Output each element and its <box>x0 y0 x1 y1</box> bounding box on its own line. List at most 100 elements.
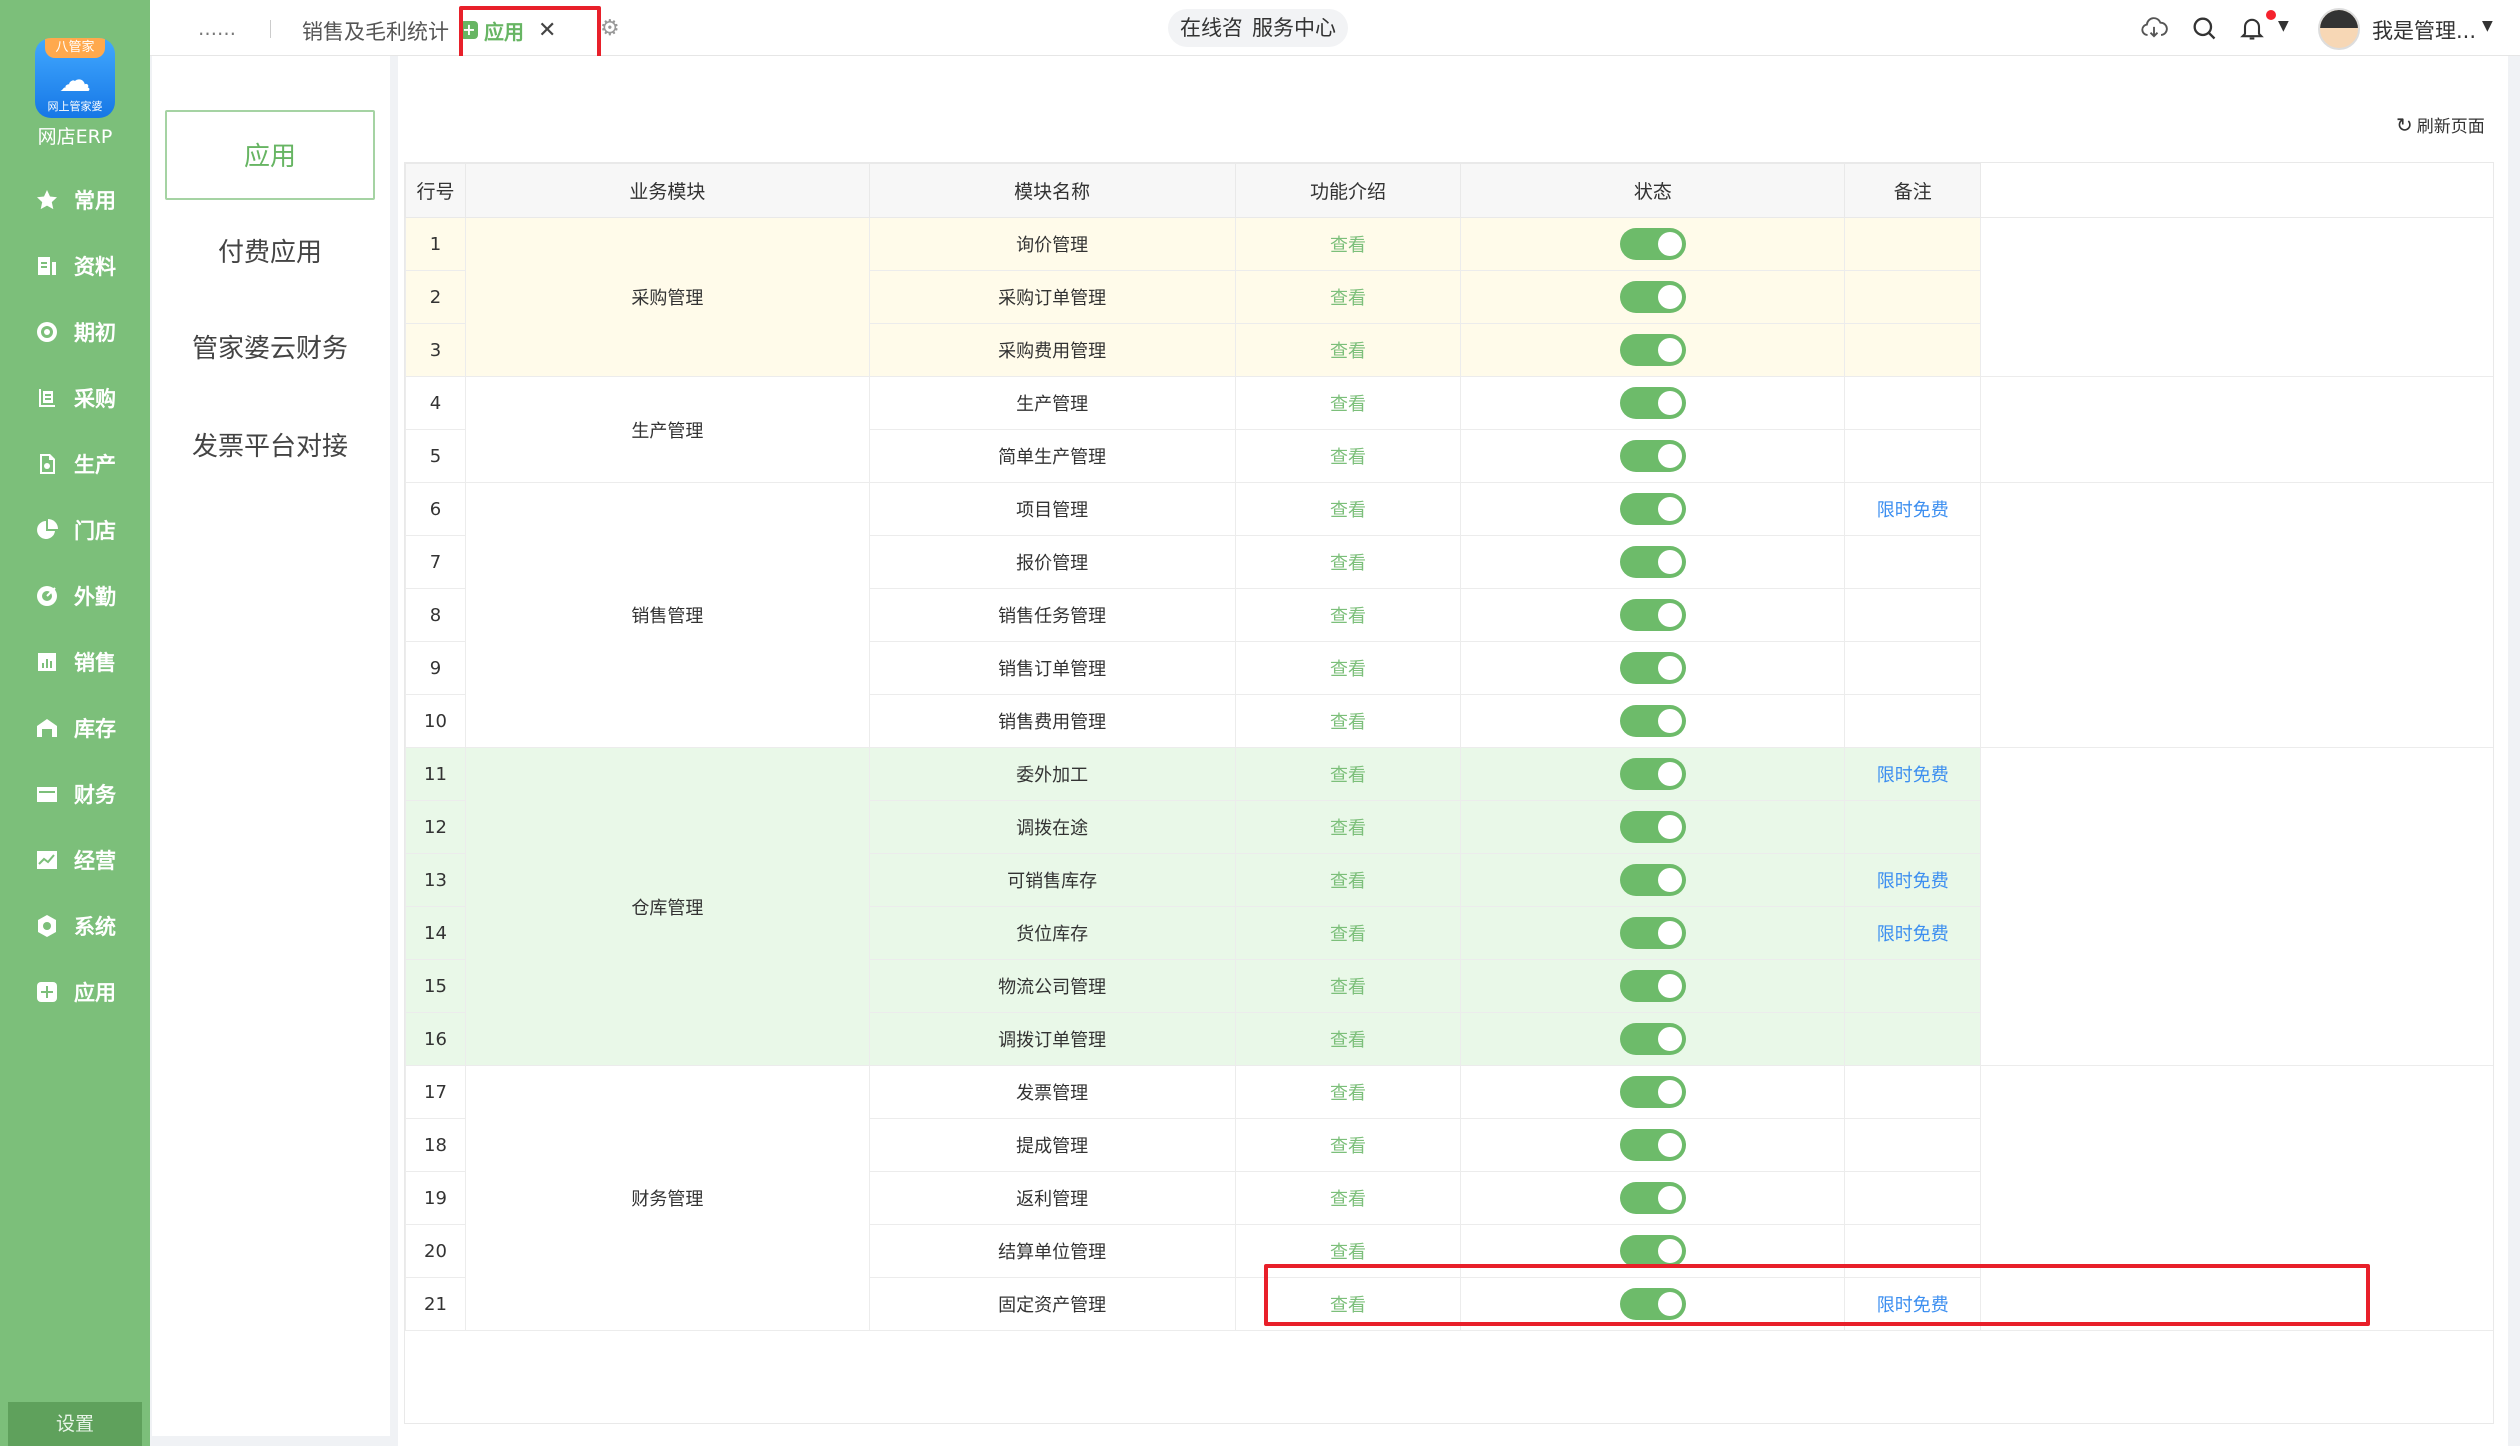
user-name[interactable]: 我是管理... <box>2372 15 2476 45</box>
note-cell[interactable]: 限时免费 <box>1844 906 1982 960</box>
tab-settings-gear-icon[interactable]: ⚙ <box>600 16 620 41</box>
note-cell <box>1844 217 1982 271</box>
status-toggle[interactable] <box>1619 864 1686 896</box>
apps-table: 行号 业务模块 模块名称 功能介绍 状态 备注 1 采购管理 询价管理 查看 2 采购订单… <box>405 163 2493 1331</box>
view-intro-link[interactable]: 查看 <box>1234 270 1462 324</box>
sidebar-item-0[interactable]: 常用 <box>34 180 116 220</box>
view-intro-link[interactable]: 查看 <box>1234 482 1462 536</box>
status-toggle[interactable] <box>1619 1076 1686 1108</box>
sidebar-item-11[interactable]: 系统 <box>34 906 116 946</box>
sidebar-item-12[interactable]: 应用 <box>34 972 116 1012</box>
view-intro-link[interactable]: 查看 <box>1234 959 1462 1013</box>
menu-item-invoice-platform[interactable]: 发票平台对接 <box>165 402 375 492</box>
note-cell <box>1844 1012 1982 1066</box>
status-toggle[interactable] <box>1619 546 1686 578</box>
tab-sales-profit[interactable]: 销售及毛利统计 <box>302 16 449 46</box>
apps-table-container: 行号 业务模块 模块名称 功能介绍 状态 备注 1 采购管理 询价管理 查看 2 采购订单… <box>404 162 2494 1424</box>
view-intro-link[interactable]: 查看 <box>1234 800 1462 854</box>
view-intro-link[interactable]: 查看 <box>1234 1065 1462 1119</box>
module-name-cell: 可销售库存 <box>868 853 1236 907</box>
module-name-cell: 销售费用管理 <box>868 694 1236 748</box>
status-toggle[interactable] <box>1619 387 1686 419</box>
view-intro-link[interactable]: 查看 <box>1234 535 1462 589</box>
view-intro-link[interactable]: 查看 <box>1234 588 1462 642</box>
sidebar-item-10[interactable]: 经营 <box>34 840 116 880</box>
sidebar-item-4[interactable]: 生产 <box>34 444 116 484</box>
search-icon[interactable] <box>2190 14 2218 42</box>
status-cell <box>1460 641 1846 695</box>
view-intro-link[interactable]: 查看 <box>1234 694 1462 748</box>
refresh-page-button[interactable]: ↻ 刷新页面 <box>2396 112 2485 138</box>
view-intro-link[interactable]: 查看 <box>1234 376 1462 430</box>
logo-ribbon: 八管家 <box>45 38 105 58</box>
view-intro-link[interactable]: 查看 <box>1234 853 1462 907</box>
menu-item-apps[interactable]: 应用 <box>165 110 375 200</box>
status-toggle[interactable] <box>1619 493 1686 525</box>
tab-more[interactable]: …… <box>198 18 236 40</box>
row-number: 2 <box>405 270 466 324</box>
avatar[interactable] <box>2318 8 2360 50</box>
menu-item-paid-apps[interactable]: 付费应用 <box>165 208 375 298</box>
bell-icon[interactable] <box>2238 14 2266 42</box>
toggle-knob <box>1657 974 1682 998</box>
sidebar-item-2[interactable]: 期初 <box>34 312 116 352</box>
status-toggle[interactable] <box>1619 970 1686 1002</box>
status-toggle[interactable] <box>1619 705 1686 737</box>
sidebar-item-9[interactable]: 财务 <box>34 774 116 814</box>
status-toggle[interactable] <box>1619 1129 1686 1161</box>
view-intro-link[interactable]: 查看 <box>1234 1012 1462 1066</box>
status-toggle[interactable] <box>1619 811 1686 843</box>
production-icon <box>34 451 60 477</box>
note-cell[interactable]: 限时免费 <box>1844 747 1982 801</box>
gear-icon <box>34 913 60 939</box>
sidebar-item-7[interactable]: 销售 <box>34 642 116 682</box>
view-intro-link[interactable]: 查看 <box>1234 217 1462 271</box>
sidebar-item-label: 门店 <box>74 519 116 543</box>
service-center-button[interactable]: 服务中心 <box>1240 9 1348 47</box>
settings-button[interactable]: 设置 <box>8 1402 142 1446</box>
status-toggle[interactable] <box>1619 599 1686 631</box>
view-intro-link[interactable]: 查看 <box>1234 1118 1462 1172</box>
note-cell <box>1844 270 1982 324</box>
status-toggle[interactable] <box>1619 228 1686 260</box>
status-cell <box>1460 747 1846 801</box>
table-row: 17 财务管理 发票管理 查看 <box>405 1065 2493 1331</box>
status-toggle[interactable] <box>1619 281 1686 313</box>
row-number: 9 <box>405 641 466 695</box>
status-toggle[interactable] <box>1619 758 1686 790</box>
sidebar-item-1[interactable]: 资料 <box>34 246 116 286</box>
cloud-download-icon[interactable] <box>2140 14 2168 42</box>
app-logo[interactable]: 八管家 ☁ 网上管家婆 <box>35 38 115 118</box>
view-intro-link[interactable]: 查看 <box>1234 747 1462 801</box>
status-toggle[interactable] <box>1619 334 1686 366</box>
sidebar-item-6[interactable]: 外勤 <box>34 576 116 616</box>
sidebar-item-5[interactable]: 门店 <box>34 510 116 550</box>
user-menu-chevron-icon[interactable]: ▼ <box>2482 18 2493 34</box>
empty-cell <box>1980 323 2493 377</box>
note-cell <box>1844 535 1982 589</box>
status-toggle[interactable] <box>1619 917 1686 949</box>
status-toggle[interactable] <box>1619 1023 1686 1055</box>
note-cell <box>1844 1065 1982 1119</box>
col-header-note: 备注 <box>1844 163 1982 218</box>
status-cell <box>1460 323 1846 377</box>
note-cell[interactable]: 限时免费 <box>1844 853 1982 907</box>
toggle-knob <box>1657 603 1682 627</box>
sidebar-item-8[interactable]: 库存 <box>34 708 116 748</box>
view-intro-link[interactable]: 查看 <box>1234 906 1462 960</box>
status-toggle[interactable] <box>1619 1235 1686 1267</box>
empty-cell <box>1980 694 2493 748</box>
view-intro-link[interactable]: 查看 <box>1234 323 1462 377</box>
sidebar-item-3[interactable]: 采购 <box>34 378 116 418</box>
chevron-down-icon[interactable]: ▼ <box>2278 18 2289 34</box>
status-toggle[interactable] <box>1619 440 1686 472</box>
view-intro-link[interactable]: 查看 <box>1234 1171 1462 1225</box>
view-intro-link[interactable]: 查看 <box>1234 641 1462 695</box>
table-body: 1 采购管理 询价管理 查看 2 采购订单管理 查看 3 采购费用管理 查看 4 生产管理 生产管理 查看… <box>405 217 2493 1331</box>
purchase-icon <box>34 385 60 411</box>
status-toggle[interactable] <box>1619 1182 1686 1214</box>
view-intro-link[interactable]: 查看 <box>1234 429 1462 483</box>
note-cell[interactable]: 限时免费 <box>1844 482 1982 536</box>
status-toggle[interactable] <box>1619 652 1686 684</box>
menu-item-cloud-finance[interactable]: 管家婆云财务 <box>165 304 375 394</box>
